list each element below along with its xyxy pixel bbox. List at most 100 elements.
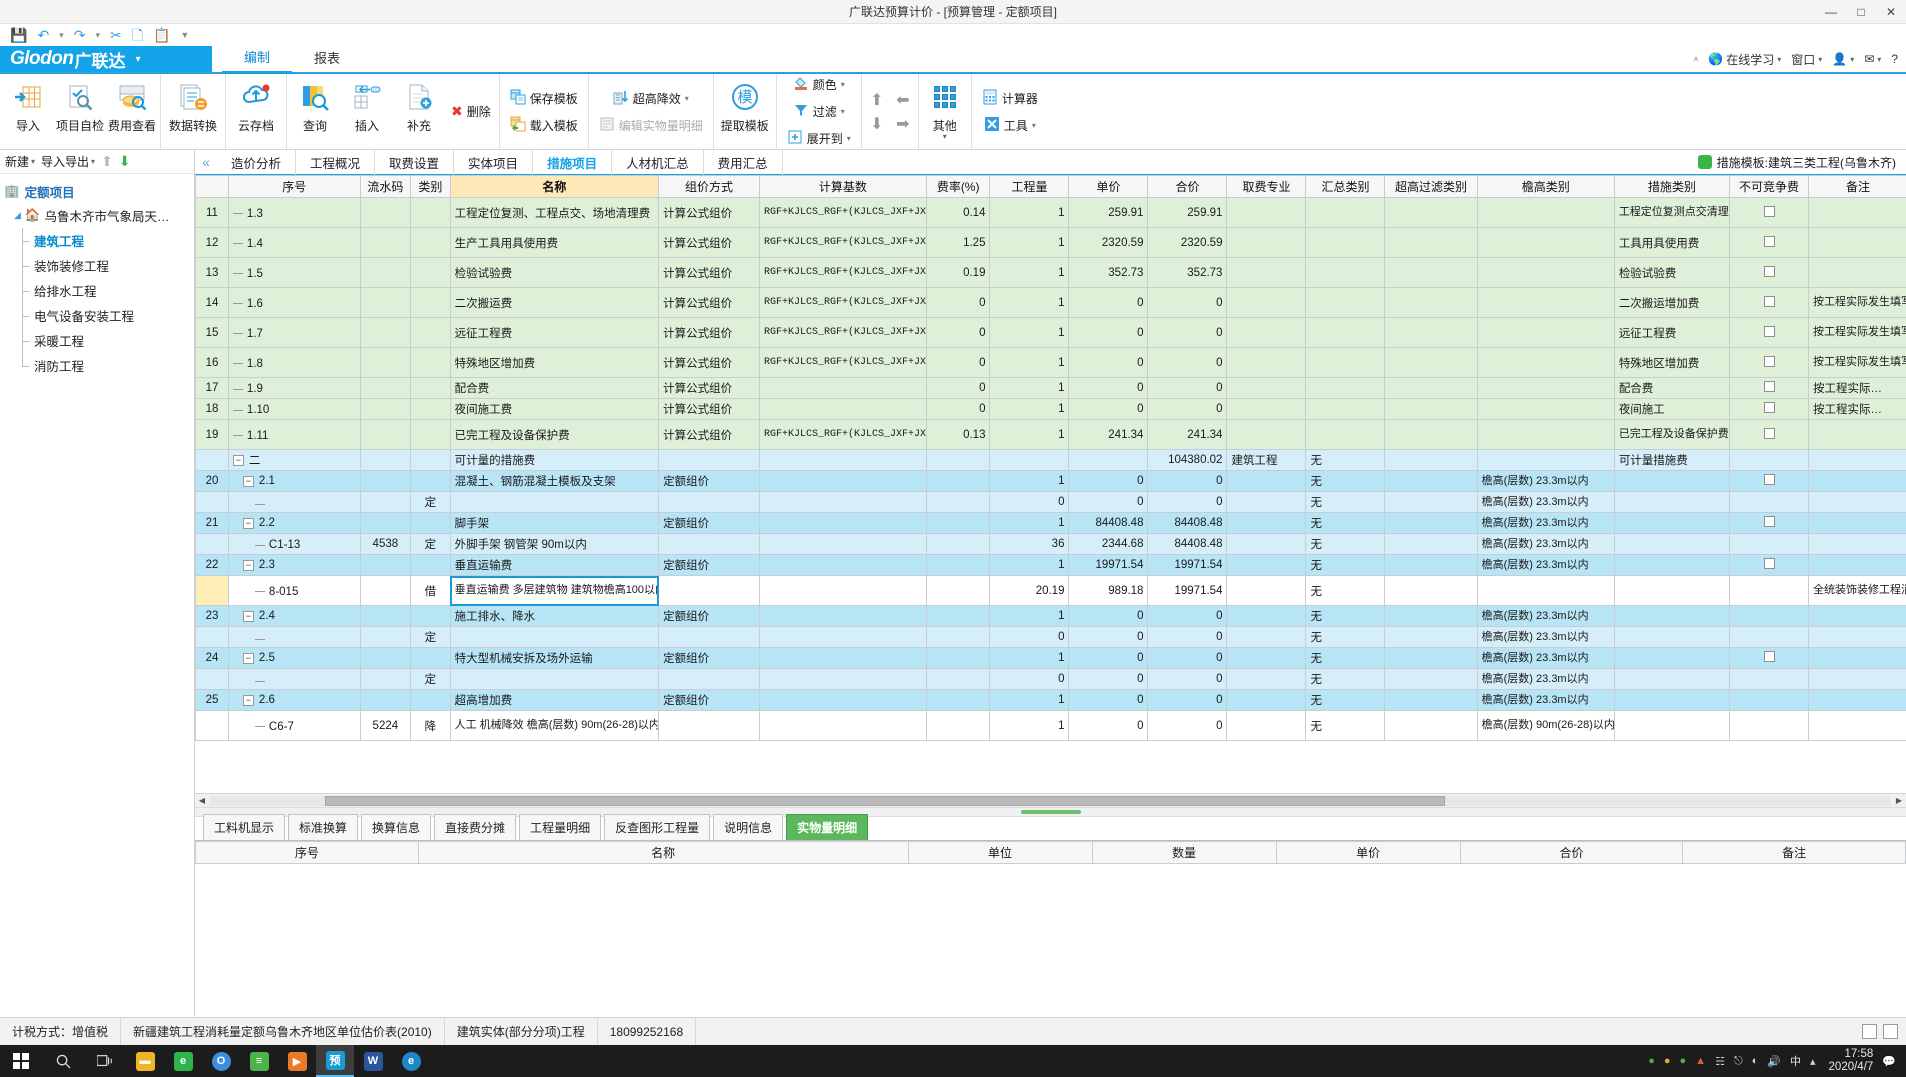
cell-leibie[interactable] [410, 377, 451, 399]
cut-icon[interactable]: ✂ [110, 28, 122, 42]
cell-leibie[interactable]: 借 [410, 575, 451, 606]
undo-dropdown-icon[interactable]: ▾ [59, 30, 64, 40]
cell-feilv[interactable]: 0.13 [925, 419, 991, 450]
cell-cuoshi[interactable] [1613, 533, 1731, 555]
cell-rownum[interactable]: 18 [195, 398, 229, 420]
redo-icon[interactable]: ↷ [74, 28, 86, 42]
cell-liushui[interactable] [359, 575, 412, 606]
cell-seq[interactable]: 8-015 [227, 575, 361, 606]
data-convert-button[interactable]: 数据转换 [163, 74, 223, 149]
cell-bukejingzheng[interactable] [1729, 512, 1810, 534]
cell-zujia[interactable]: 计算公式组价 [658, 419, 761, 450]
non-competitive-checkbox[interactable] [1763, 381, 1775, 392]
cell-beizhu[interactable]: 按工程实际… [1808, 398, 1906, 420]
col-category[interactable]: 类别 [410, 175, 451, 198]
cell-leibie[interactable] [410, 449, 451, 471]
cell-feilv[interactable]: 0.14 [925, 197, 991, 228]
cell-qufei[interactable] [1226, 398, 1307, 420]
query-button[interactable]: 查询 [289, 74, 341, 149]
window-menu-caret-icon[interactable]: ▾ [1818, 55, 1822, 64]
cell-qufei[interactable]: 建筑工程 [1226, 449, 1307, 471]
cell-yanchao[interactable] [1476, 419, 1615, 450]
cell-qufei[interactable] [1226, 626, 1307, 648]
cell-cuoshi[interactable]: 远征工程费 [1613, 317, 1731, 348]
cell-heji[interactable]: 0 [1147, 491, 1228, 513]
cell-seq[interactable]: −2.5 [227, 647, 361, 669]
cell-liushui[interactable] [359, 470, 412, 492]
cell-yanchao[interactable]: 檐高(层数) 23.3m以内 [1476, 668, 1615, 690]
cell-seq[interactable] [227, 491, 361, 513]
btab-quantity-detail[interactable]: 工程量明细 [519, 814, 602, 840]
cell-mingcheng[interactable] [449, 491, 660, 513]
col-serial[interactable]: 流水码 [359, 175, 412, 198]
cell-seq[interactable] [227, 668, 361, 690]
cell-leibie[interactable] [410, 470, 451, 492]
cell-leibie[interactable]: 降 [410, 710, 451, 741]
cell-cuoshi[interactable] [1613, 554, 1731, 576]
cell-mingcheng[interactable]: 特殊地区增加费 [449, 347, 660, 378]
cell-bukejingzheng[interactable] [1729, 668, 1810, 690]
cell-seq[interactable]: −2.1 [227, 470, 361, 492]
cell-feilv[interactable]: 0 [925, 377, 991, 399]
collapse-toggle-icon[interactable]: − [232, 454, 244, 466]
cell-cuoshi[interactable] [1613, 626, 1731, 648]
minimize-button[interactable]: — [1816, 0, 1846, 24]
cell-seq[interactable]: 1.6 [227, 287, 361, 318]
import-button[interactable]: 导入 [2, 74, 54, 149]
cell-qufei[interactable] [1226, 647, 1307, 669]
tab-project-overview[interactable]: 工程概况 [296, 148, 376, 176]
cell-huizong[interactable]: 无 [1305, 710, 1386, 741]
move-up-icon[interactable]: ⬆ [870, 90, 883, 110]
cell-leibie[interactable]: 定 [410, 626, 451, 648]
measure-items-grid-wrapper[interactable]: 序号 流水码 类别 名称 组价方式 计算基数 费率(%) 工程量 单价 合价 取… [195, 175, 1906, 793]
cell-yanchao[interactable]: 檐高(层数) 23.3m以内 [1476, 554, 1615, 576]
cell-beizhu[interactable] [1808, 491, 1906, 513]
tree-move-down-icon[interactable]: ⬇ [119, 153, 131, 170]
cell-bukejingzheng[interactable] [1729, 317, 1810, 348]
non-competitive-checkbox[interactable] [1763, 205, 1775, 217]
cell-chaogao[interactable] [1384, 377, 1478, 399]
dcol-seq[interactable]: 序号 [195, 841, 419, 864]
cell-yanchao[interactable] [1476, 449, 1615, 471]
collapse-toggle-icon[interactable]: − [242, 517, 254, 529]
tree-item-heating[interactable]: 采暖工程 [4, 328, 194, 353]
table-row[interactable]: 21−2.2 脚手架 定额组价 1 84408.48 84408.48 无檐高(层数) 23… [195, 512, 1906, 534]
cell-feilv[interactable] [925, 647, 991, 669]
col-fee-specialty[interactable]: 取费专业 [1226, 175, 1307, 198]
cell-chaogao[interactable] [1384, 419, 1478, 450]
collapse-toggle-icon[interactable]: − [242, 475, 254, 487]
cell-liushui[interactable] [359, 197, 412, 228]
cell-feilv[interactable] [925, 575, 991, 606]
cell-beizhu[interactable] [1808, 689, 1906, 711]
cell-cuoshi[interactable]: 特殊地区增加费 [1613, 347, 1731, 378]
cell-huizong[interactable] [1305, 227, 1386, 258]
cell-jisuan[interactable]: RGF+KJLCS_RGF+(KJLCS_JXF+JXF)*1.1 [759, 419, 927, 450]
cell-cuoshi[interactable] [1613, 470, 1731, 492]
cell-bukejingzheng[interactable] [1729, 449, 1810, 471]
cell-mingcheng[interactable]: 生产工具用具使用费 [449, 227, 660, 258]
cell-feilv[interactable] [925, 605, 991, 627]
non-competitive-checkbox[interactable] [1763, 516, 1775, 527]
cell-heji[interactable]: 84408.48 [1147, 533, 1228, 555]
cell-mingcheng[interactable] [449, 668, 660, 690]
cell-yanchao[interactable] [1476, 347, 1615, 378]
cell-beizhu[interactable] [1808, 512, 1906, 534]
expand-to-caret-icon[interactable]: ▾ [847, 134, 851, 143]
cell-qufei[interactable] [1226, 347, 1307, 378]
tab-measure-items[interactable]: 措施项目 [533, 148, 613, 182]
cell-bukejingzheng[interactable] [1729, 470, 1810, 492]
cell-danjia[interactable]: 0 [1068, 491, 1149, 513]
cell-zujia[interactable] [658, 626, 761, 648]
cell-rownum[interactable]: 13 [195, 257, 229, 288]
cell-feilv[interactable] [925, 668, 991, 690]
cell-cuoshi[interactable]: 检验试验费 [1613, 257, 1731, 288]
cell-feilv[interactable]: 0.19 [925, 257, 991, 288]
col-non-competitive[interactable]: 不可竞争费 [1729, 175, 1810, 198]
cell-heji[interactable]: 0 [1147, 626, 1228, 648]
cell-jisuan[interactable] [759, 626, 927, 648]
tree-item-fire[interactable]: 消防工程 [4, 353, 194, 378]
cell-danjia[interactable] [1068, 449, 1149, 471]
cell-gongchengliang[interactable]: 1 [989, 512, 1070, 534]
cell-yanchao[interactable]: 檐高(层数) 23.3m以内 [1476, 512, 1615, 534]
cell-beizhu[interactable]: 按工程实际… [1808, 377, 1906, 399]
